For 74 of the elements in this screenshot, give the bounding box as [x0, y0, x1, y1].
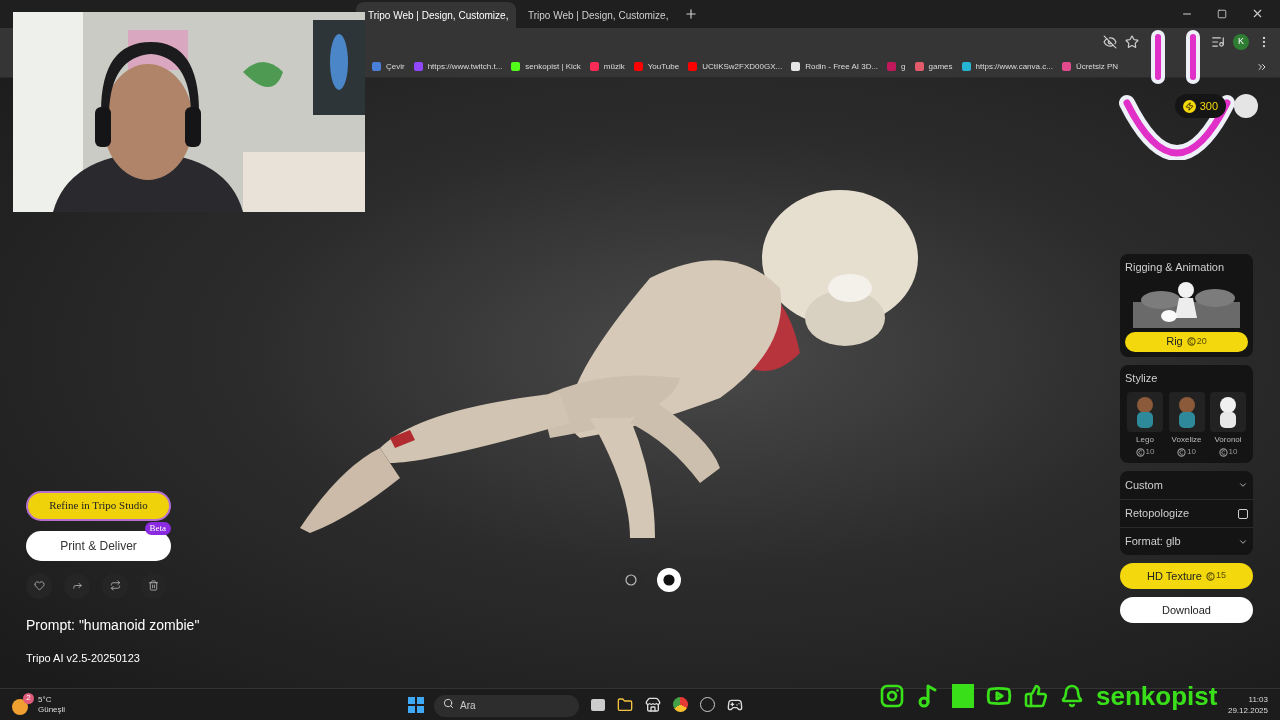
dropdown-field[interactable]: Custom [1120, 471, 1253, 499]
coin-icon [1177, 447, 1187, 457]
hd-texture-button[interactable]: HD Texture 15 [1120, 563, 1253, 589]
browser-icon[interactable] [673, 697, 688, 712]
weather-condition: Güneşli [38, 704, 66, 715]
bookmark[interactable]: UCtIKSw2FXD00GX... [688, 60, 783, 73]
rig-button[interactable]: Rig 20 [1125, 331, 1248, 352]
bookmark[interactable]: https://www.canva.c... [961, 60, 1053, 73]
bookmark[interactable]: Rodin - Free AI 3D... [791, 60, 879, 73]
print-deliver-button[interactable]: Print & Deliver [26, 530, 171, 561]
maximize-icon[interactable] [1217, 8, 1227, 19]
browser-tab[interactable]: Tripo Web | Design, Customize, [516, 2, 676, 28]
beta-badge: Beta [144, 521, 171, 535]
folder-icon[interactable] [617, 696, 633, 713]
notification-badge: 2 [23, 692, 34, 704]
like-button[interactable] [26, 572, 52, 599]
smiley-eye-drawing [1151, 30, 1165, 84]
bookmark[interactable]: https://www.twitch.t... [413, 60, 503, 73]
bell-icon [1060, 684, 1084, 708]
credits-pill[interactable]: 300 [1174, 94, 1226, 118]
thumbs-up-icon [1024, 684, 1048, 708]
bookmark[interactable]: Ücretsiz PN [1061, 60, 1119, 73]
view-mode-button[interactable] [657, 568, 681, 592]
smiley-eye-drawing [1186, 30, 1200, 84]
start-icon[interactable] [408, 696, 424, 713]
temperature: 5°C [38, 694, 53, 705]
card-title: Rigging & Animation [1125, 260, 1226, 275]
coin-icon [1205, 571, 1215, 581]
eye-off-icon[interactable] [1103, 35, 1117, 49]
clock-time: 11:03 [1248, 693, 1268, 705]
bolt-icon [1182, 99, 1196, 113]
bookmark[interactable]: Çevir [372, 60, 405, 73]
model-version: Tripo AI v2.5-20250123 [26, 650, 141, 666]
sphere-icon [663, 574, 675, 586]
chevron-icon [1238, 480, 1248, 490]
heart-icon [33, 580, 45, 591]
store-icon[interactable] [645, 696, 661, 713]
bookmark[interactable]: games [914, 60, 953, 73]
card-title: Stylize [1125, 370, 1159, 386]
media-icon[interactable] [1211, 35, 1225, 49]
star-icon[interactable] [1125, 35, 1139, 49]
search-field[interactable]: Ara [434, 694, 579, 717]
bookmark[interactable]: g [887, 60, 906, 73]
bookmark[interactable]: müzik [589, 60, 625, 73]
search-icon [443, 698, 454, 710]
close-window-icon[interactable] [1251, 7, 1264, 20]
download-button[interactable]: Download [1120, 597, 1253, 623]
sphere-icon [625, 574, 637, 586]
clock-date: 29.12.2025 [1227, 704, 1268, 716]
dropdown-field[interactable]: Format: glb [1120, 527, 1253, 555]
user-avatar[interactable] [1234, 94, 1258, 118]
style-option[interactable]: Lego 10 [1125, 392, 1165, 458]
trash-icon [147, 580, 159, 591]
coin-icon [1135, 447, 1145, 457]
style-option[interactable]: Voronoi 10 [1208, 392, 1248, 458]
prompt-text: Prompt: "humanoid zombie" [26, 615, 201, 635]
task-view-icon[interactable] [591, 698, 605, 711]
coin-icon [1186, 337, 1196, 346]
weather-icon [12, 698, 28, 715]
refine-button[interactable]: Refine in Tripo Studio [26, 490, 171, 521]
share-icon [71, 580, 83, 591]
instagram-icon [880, 684, 904, 708]
weather-widget[interactable]: 2 5°C Güneşli [12, 694, 408, 715]
repeat-icon [109, 580, 121, 591]
browser-tab[interactable]: Tripo Web | Design, Customize, [356, 2, 516, 28]
style-option[interactable]: Voxelize 10 [1166, 392, 1207, 458]
bookmark[interactable]: YouTube [633, 60, 680, 73]
checkbox[interactable] [1238, 508, 1248, 519]
channel-name: senkopist [1096, 682, 1218, 710]
bookmark[interactable]: senkopist | Kick [511, 60, 581, 73]
profile-avatar[interactable]: K [1233, 34, 1249, 50]
coin-icon [1218, 447, 1228, 457]
new-tab-icon[interactable] [684, 7, 698, 21]
checkbox-row[interactable]: Retopologize [1120, 499, 1253, 527]
